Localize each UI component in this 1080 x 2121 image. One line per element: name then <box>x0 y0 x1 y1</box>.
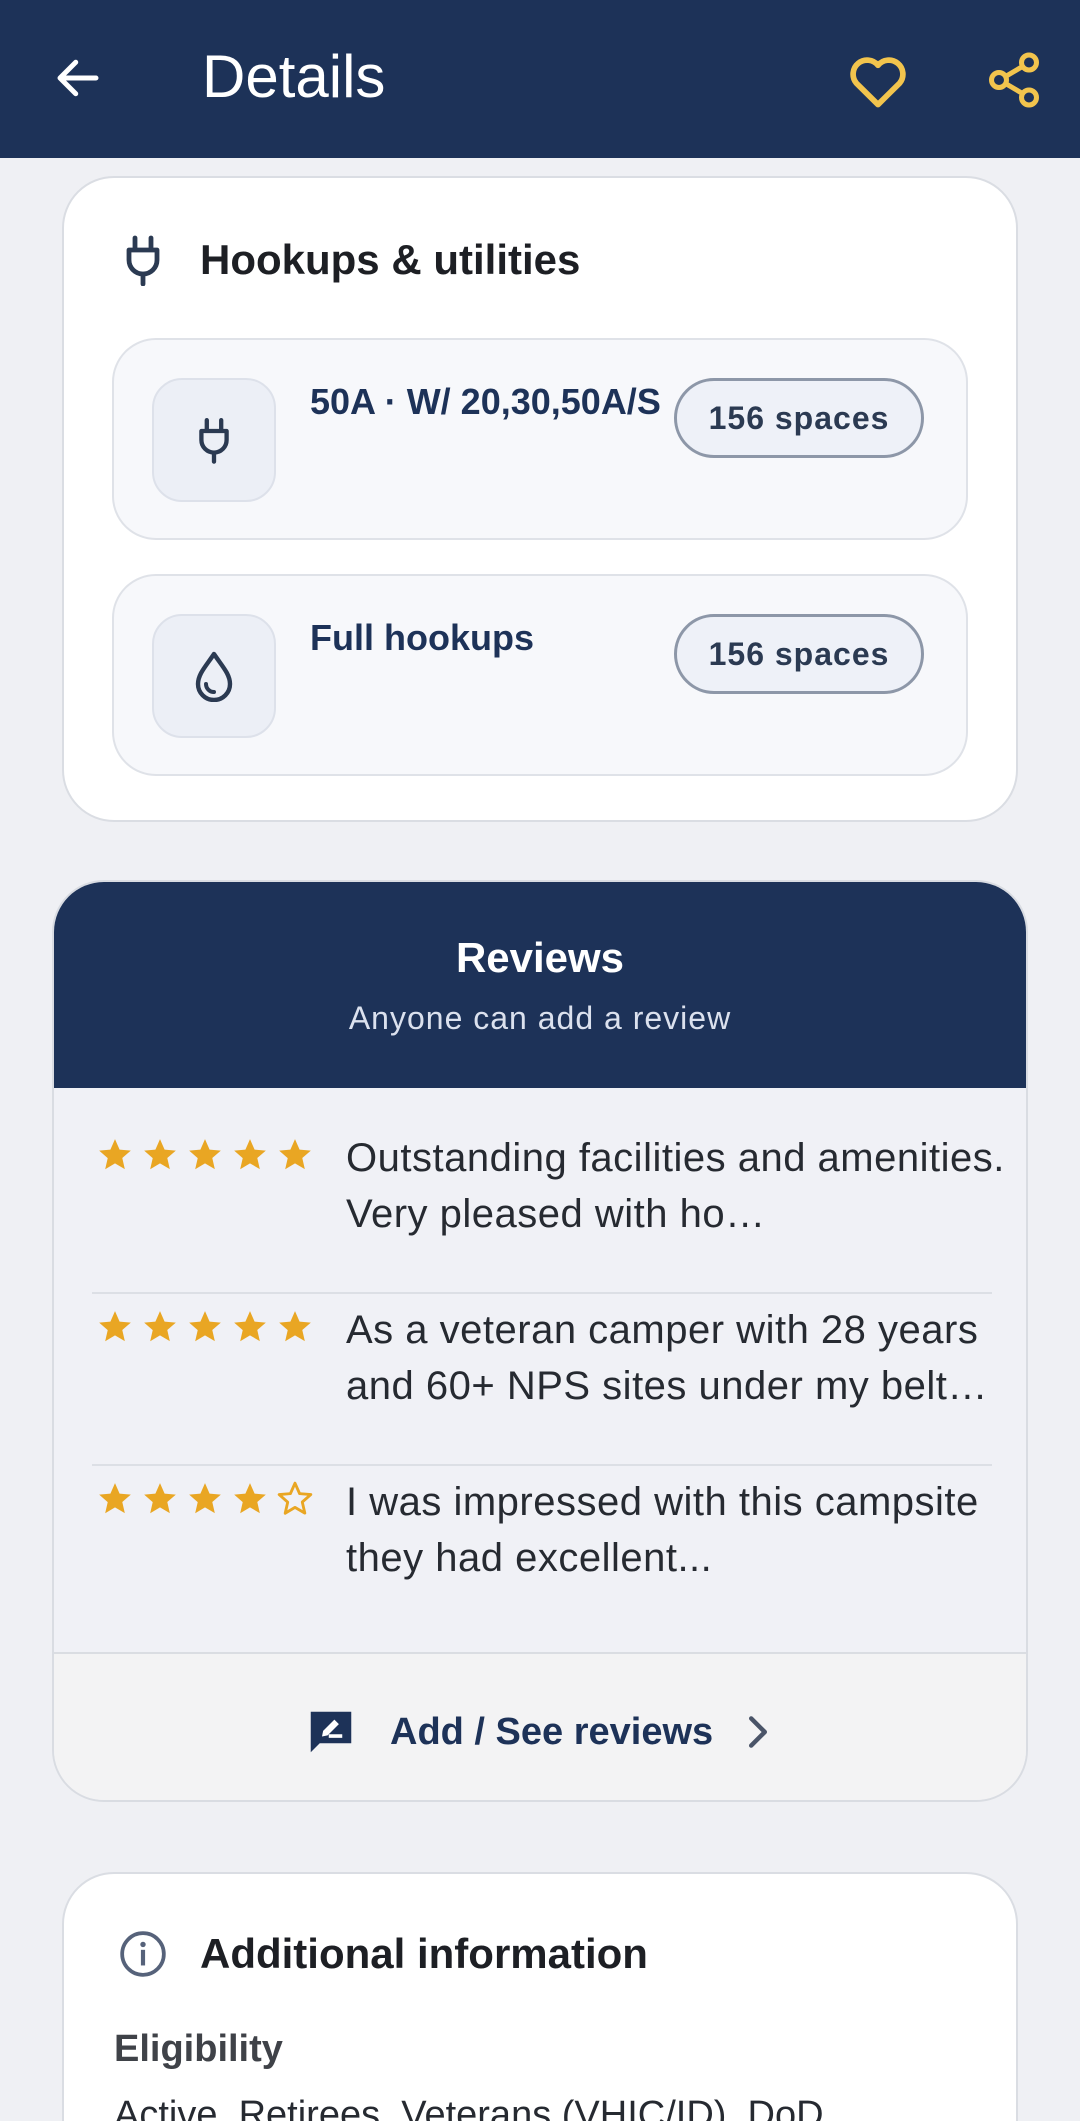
share-button[interactable] <box>980 46 1048 114</box>
add-see-reviews-label: Add / See reviews <box>390 1710 714 1753</box>
star-filled-icon <box>144 1483 176 1514</box>
star-rating <box>96 1308 314 1346</box>
page-title: Details <box>202 43 386 110</box>
favorite-button[interactable] <box>842 46 914 114</box>
hookups-header: Hookups & utilities <box>118 232 580 288</box>
spaces-badge: 156 spaces <box>674 378 924 458</box>
reviews-header: Reviews Anyone can add a review <box>54 882 1026 1088</box>
star-filled-icon <box>144 1311 176 1342</box>
plug-icon <box>118 232 168 288</box>
hookup-item: 50A · W/ 20,30,50A/S 156 spaces <box>112 338 968 540</box>
eligibility-label: Eligibility <box>114 2028 283 2070</box>
spaces-badge: 156 spaces <box>674 614 924 694</box>
heart-icon <box>850 57 906 108</box>
star-filled-icon <box>234 1311 266 1342</box>
eligibility-value: Active, Retirees, Veterans (VHIC/ID), Do… <box>114 2094 824 2121</box>
hookup-label: Full hookups <box>310 617 534 658</box>
star-filled-icon <box>144 1139 176 1170</box>
star-filled-icon <box>234 1139 266 1170</box>
star-rating <box>96 1480 314 1518</box>
chevron-right-icon <box>747 1712 775 1752</box>
star-filled-icon <box>234 1483 266 1514</box>
hookups-title: Hookups & utilities <box>200 236 581 283</box>
review-item[interactable]: As a veteran camper with 28 years and 60… <box>92 1280 992 1452</box>
rate-review-icon <box>310 1711 352 1753</box>
back-button[interactable] <box>46 46 110 110</box>
reviews-subtitle: Anyone can add a review <box>348 1000 732 1036</box>
additional-info-title: Additional information <box>200 1930 648 1977</box>
star-filled-icon <box>99 1311 131 1342</box>
star-filled-icon <box>99 1139 131 1170</box>
hookup-label: 50A · W/ 20,30,50A/S <box>310 381 661 422</box>
star-filled-icon <box>279 1311 311 1342</box>
plug-icon <box>152 378 276 502</box>
star-filled-icon <box>189 1139 221 1170</box>
water-drop-icon <box>152 614 276 738</box>
add-see-reviews-button[interactable]: Add / See reviews <box>304 1702 775 1762</box>
star-filled-icon <box>189 1483 221 1514</box>
info-icon <box>118 1926 168 1982</box>
star-filled-icon <box>189 1311 221 1342</box>
review-item[interactable]: I was impressed with this campsite they … <box>92 1452 992 1624</box>
star-outline-icon <box>277 1481 313 1515</box>
review-text: I was impressed with this campsite they … <box>346 1480 979 1580</box>
hookup-item: Full hookups 156 spaces <box>112 574 968 776</box>
review-text: As a veteran camper with 28 years and 60… <box>346 1308 988 1408</box>
reviews-footer: Add / See reviews <box>54 1652 1026 1800</box>
share-icon <box>989 52 1039 108</box>
star-filled-icon <box>279 1139 311 1170</box>
additional-info-header: Additional information <box>118 1926 648 1982</box>
app-bar: Details <box>0 0 1080 158</box>
review-item[interactable]: Outstanding facilities and amenities. Ve… <box>92 1108 1004 1280</box>
reviews-card: Reviews Anyone can add a review Outstand… <box>52 880 1028 1802</box>
star-filled-icon <box>99 1483 131 1514</box>
star-rating <box>96 1136 314 1174</box>
arrow-left-icon <box>57 59 99 97</box>
additional-info-card: Additional information Eligibility Activ… <box>62 1872 1018 2121</box>
reviews-title: Reviews <box>455 934 625 981</box>
review-text: Outstanding facilities and amenities. Ve… <box>346 1136 1005 1236</box>
